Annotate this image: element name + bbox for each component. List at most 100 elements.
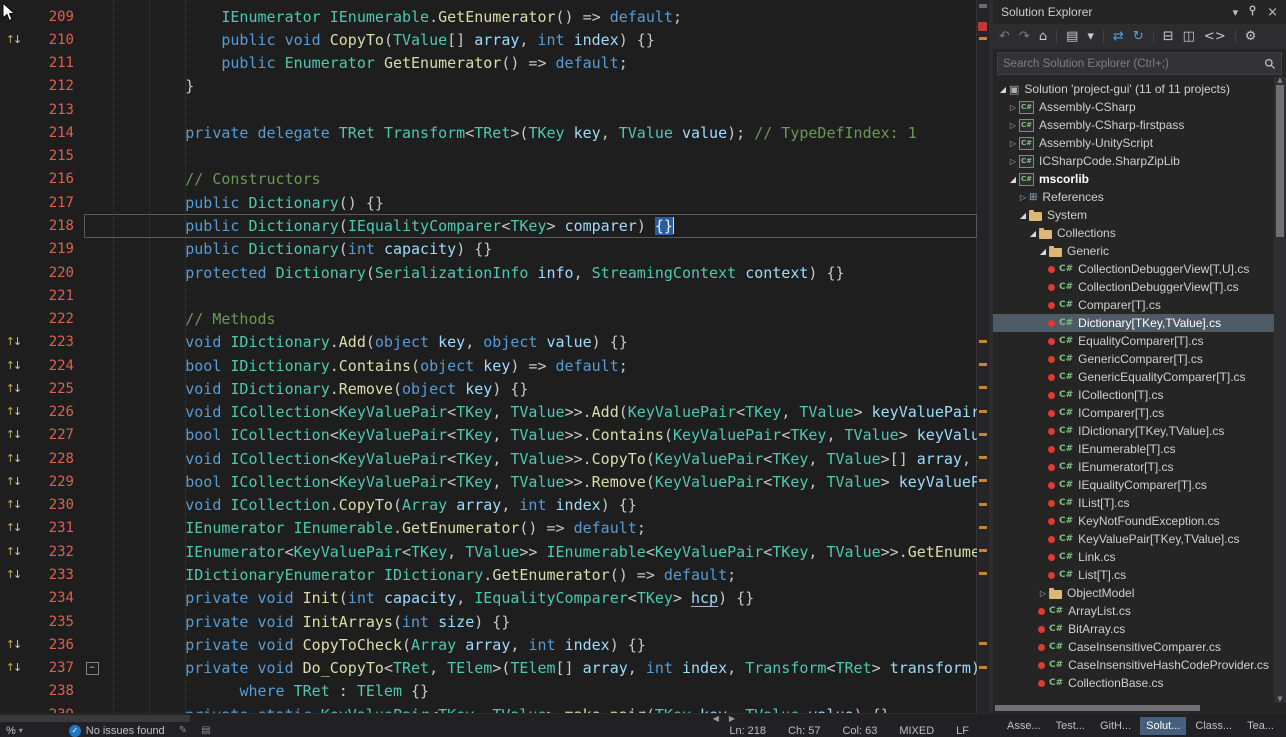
line-number[interactable]: 224 [26,358,84,374]
code-text[interactable]: private static KeyValuePair<TKey, TValue… [100,706,890,713]
code-line-body[interactable]: // Methods [84,307,977,330]
override-arrows-icon[interactable]: ↑↓ [0,360,26,372]
line-number[interactable]: 217 [26,195,84,211]
code-line-body[interactable]: bool ICollection<KeyValuePair<TKey, TVal… [84,424,977,447]
tree-item[interactable]: ▷ObjectModel [993,584,1286,602]
tree-item[interactable]: C#EqualityComparer[T].cs [993,332,1286,350]
code-text[interactable]: void ICollection.CopyTo(Array array, int… [100,496,637,514]
code-line-body[interactable]: public void CopyTo(TValue[] array, int i… [84,28,977,51]
chevron-collapsed-icon[interactable]: ▷ [1007,121,1019,130]
tree-item[interactable]: C#GenericComparer[T].cs [993,350,1286,368]
code-text[interactable]: private delegate TRet Transform<TRet>(TK… [100,124,917,142]
tree-item[interactable]: ◢C#mscorlib [993,170,1286,188]
line-number[interactable]: 233 [26,567,84,583]
tool-window-tab[interactable]: Test... [1050,717,1091,735]
refresh-icon[interactable]: ↻ [1133,30,1144,43]
line-number[interactable]: 227 [26,427,84,443]
tree-item[interactable]: C#GenericEqualityComparer[T].cs [993,368,1286,386]
code-text[interactable]: public Dictionary(int capacity) {} [100,240,492,258]
code-line-body[interactable]: − private void Do_CopyTo<TRet, TElem>(TE… [84,656,977,679]
solution-tree[interactable]: ◢▣Solution 'project-gui' (11 of 11 proje… [993,77,1286,703]
code-line-body[interactable]: protected Dictionary(SerializationInfo i… [84,261,977,284]
tool-window-tab[interactable]: Solut... [1140,717,1186,735]
line-number[interactable]: 238 [26,683,84,699]
tree-item[interactable]: ◢▣Solution 'project-gui' (11 of 11 proje… [993,80,1286,98]
fold-collapse-icon[interactable]: − [86,662,99,675]
code-line-body[interactable]: IEnumerator IEnumerable.GetEnumerator() … [84,517,977,540]
code-line-body[interactable]: private void CopyToCheck(Array array, in… [84,633,977,656]
settings-icon[interactable]: ⚙ [1245,30,1257,43]
status-cell[interactable]: MIXED [899,725,934,737]
status-cell[interactable]: Ln: 218 [729,725,766,737]
code-line-body[interactable]: private void InitArrays(int size) {} [84,610,977,633]
code-line-body[interactable]: public Dictionary(IEqualityComparer<TKey… [84,214,977,237]
scrollbar-thumb[interactable] [995,705,1200,711]
editor-lines[interactable]: 209 IEnumerator IEnumerable.GetEnumerato… [0,0,977,713]
override-arrows-icon[interactable]: ↑↓ [0,639,26,651]
code-line-body[interactable]: bool IDictionary.Contains(object key) =>… [84,354,977,377]
zoom-control[interactable]: % ▾ [6,725,23,737]
code-text[interactable]: IEnumerator IEnumerable.GetEnumerator() … [100,8,682,26]
code-text[interactable]: public void CopyTo(TValue[] array, int i… [100,31,655,49]
tree-item[interactable]: ▷C#Assembly-UnityScript [993,134,1286,152]
line-number[interactable]: 221 [26,288,84,304]
tree-item[interactable]: C#Dictionary[TKey,TValue].cs [993,314,1286,332]
home-icon[interactable]: ⌂ [1039,30,1047,43]
tree-item[interactable]: C#IEqualityComparer[T].cs [993,476,1286,494]
tree-item[interactable]: C#CaseInsensitiveHashCodeProvider.cs [993,656,1286,674]
code-line-body[interactable]: } [84,75,977,98]
tree-item[interactable]: C#ArrayList.cs [993,602,1286,620]
chevron-expanded-icon[interactable]: ◢ [1037,247,1049,256]
chevron-collapsed-icon[interactable]: ▷ [1007,139,1019,148]
override-arrows-icon[interactable]: ↑↓ [0,499,26,511]
status-cell[interactable]: LF [956,725,969,737]
chevron-expanded-icon[interactable]: ◢ [997,85,1009,94]
code-text[interactable]: where TRet : TElem {} [100,682,429,700]
tree-item[interactable]: C#KeyValuePair[TKey,TValue].cs [993,530,1286,548]
line-number[interactable]: 219 [26,241,84,257]
code-line-body[interactable]: private static KeyValuePair<TKey, TValue… [84,703,977,713]
search-icon[interactable] [1259,58,1281,70]
line-number[interactable]: 239 [26,707,84,713]
line-number[interactable]: 235 [26,614,84,630]
line-number[interactable]: 210 [26,32,84,48]
code-text[interactable]: private void Init(int capacity, IEqualit… [100,589,754,607]
fold-margin[interactable]: − [84,662,100,675]
line-number[interactable]: 215 [26,148,84,164]
scroll-right-icon[interactable]: ▶ [729,714,735,723]
code-text[interactable]: private void Do_CopyTo<TRet, TElem>(TEle… [100,659,977,677]
code-text[interactable]: public Dictionary(IEqualityComparer<TKey… [100,217,674,235]
code-text[interactable]: IEnumerator<KeyValuePair<TKey, TValue>> … [100,543,977,561]
editor-vertical-scrollbar[interactable] [976,0,989,713]
chevron-collapsed-icon[interactable]: ▷ [1007,103,1019,112]
search-input[interactable] [998,58,1259,70]
tree-item[interactable]: C#KeyNotFoundException.cs [993,512,1286,530]
code-text[interactable]: public Dictionary() {} [100,194,384,212]
code-text[interactable]: IDictionaryEnumerator IDictionary.GetEnu… [100,566,736,584]
tree-item[interactable]: C#IList[T].cs [993,494,1286,512]
tree-item[interactable]: ▷C#Assembly-CSharp-firstpass [993,116,1286,134]
tool-window-tab[interactable]: Asse... [1001,717,1047,735]
chevron-expanded-icon[interactable]: ◢ [1017,211,1029,220]
line-number[interactable]: 231 [26,520,84,536]
chevron-collapsed-icon[interactable]: ▷ [1007,157,1019,166]
tree-item[interactable]: ◢Generic [993,242,1286,260]
code-editor[interactable]: 209 IEnumerator IEnumerable.GetEnumerato… [0,0,989,713]
tree-item[interactable]: C#Comparer[T].cs [993,296,1286,314]
search-box[interactable] [997,52,1282,75]
code-text[interactable]: bool ICollection<KeyValuePair<TKey, TVal… [100,473,977,491]
code-line-body[interactable]: public Dictionary(int capacity) {} [84,238,977,261]
code-line-body[interactable] [84,145,977,168]
tree-item[interactable]: C#IDictionary[TKey,TValue].cs [993,422,1286,440]
back-icon[interactable]: ↶ [999,30,1010,43]
pin-icon[interactable] [1247,5,1258,19]
line-number[interactable]: 222 [26,311,84,327]
tool-window-tab[interactable]: Class... [1189,717,1238,735]
switch-views-icon[interactable]: ▤ [1066,30,1078,43]
chevron-collapsed-icon[interactable]: ▷ [1017,193,1029,202]
code-line-body[interactable]: void ICollection<KeyValuePair<TKey, TVal… [84,401,977,424]
tree-item[interactable]: C#CollectionDebuggerView[T].cs [993,278,1286,296]
tool-window-tab[interactable]: Tea... [1241,717,1280,735]
tree-item[interactable]: C#CaseInsensitiveComparer.cs [993,638,1286,656]
line-number[interactable]: 218 [26,218,84,234]
